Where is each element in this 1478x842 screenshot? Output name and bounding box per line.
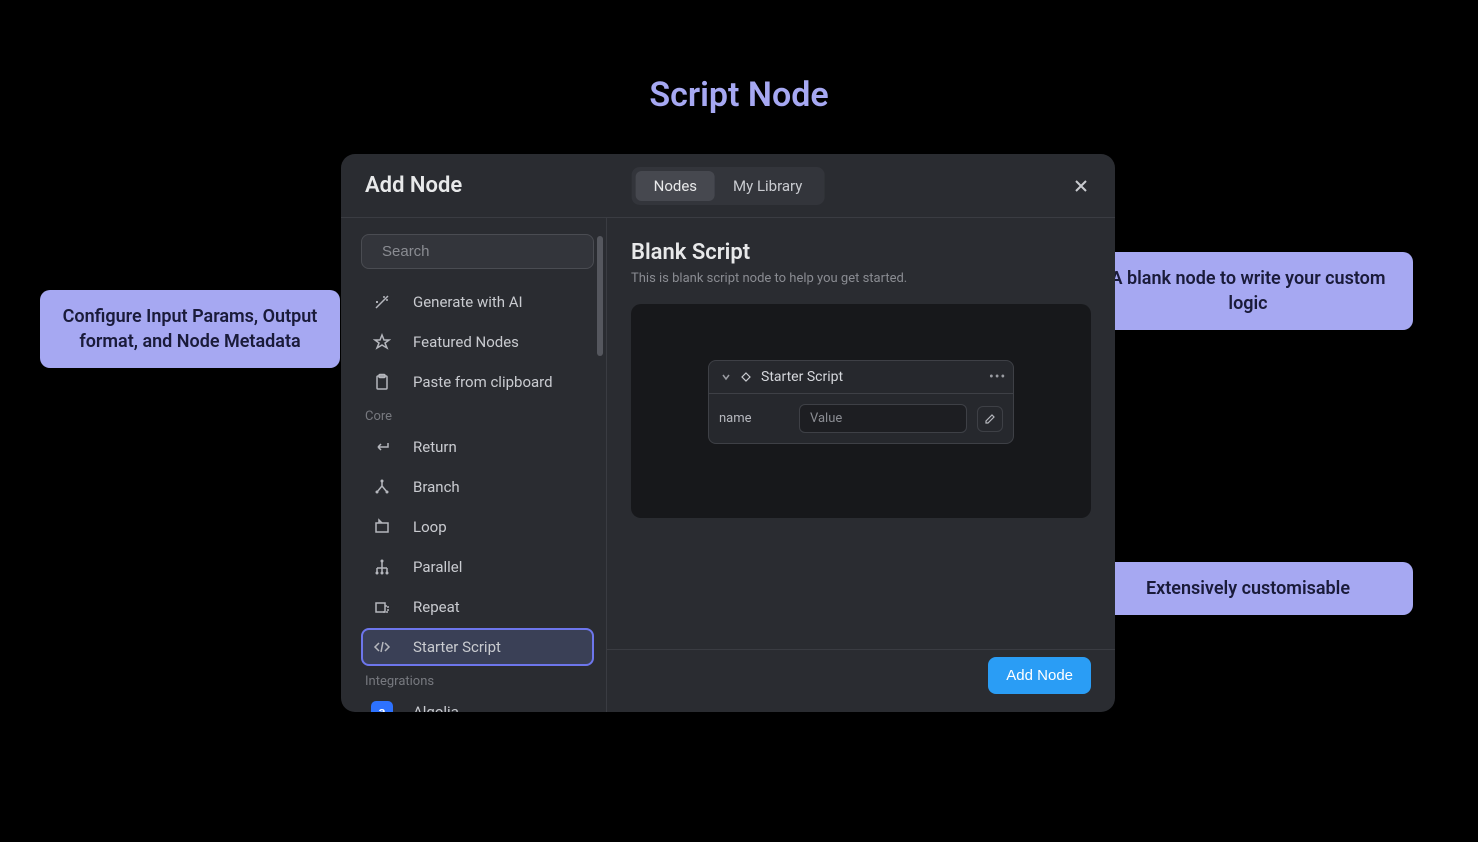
more-icon[interactable]: ••• [989, 369, 1003, 385]
clipboard-icon [371, 371, 393, 393]
diamond-icon [739, 370, 753, 384]
node-card-header: Starter Script ••• [709, 361, 1013, 394]
sidebar-item-paste[interactable]: Paste from clipboard [361, 363, 594, 401]
sidebar-item-algolia[interactable]: a Algolia [361, 693, 594, 712]
sidebar-item-label: Parallel [413, 558, 462, 576]
tab-my-library[interactable]: My Library [715, 171, 820, 201]
node-card-body: name Value [709, 394, 1013, 443]
sidebar-item-loop[interactable]: Loop [361, 508, 594, 546]
search-input[interactable] [382, 243, 581, 260]
main-panel: Blank Script This is blank script node t… [607, 218, 1115, 712]
field-label-name: name [719, 411, 789, 426]
sidebar-item-parallel[interactable]: Parallel [361, 548, 594, 586]
sidebar-item-label: Generate with AI [413, 293, 523, 311]
tab-group: Nodes My Library [632, 167, 825, 205]
sidebar-item-label: Algolia [413, 703, 459, 712]
callout-blank-node: A blank node to write your custom logic [1083, 252, 1413, 330]
modal-title: Add Node [365, 173, 462, 198]
add-node-modal: Add Node Nodes My Library Generate with … [341, 154, 1115, 712]
close-button[interactable] [1069, 174, 1093, 198]
sidebar-item-label: Loop [413, 518, 447, 536]
sidebar-item-label: Starter Script [413, 638, 501, 656]
sidebar-item-repeat[interactable]: Repeat [361, 588, 594, 626]
close-icon [1073, 178, 1089, 194]
loop-icon [371, 516, 393, 538]
section-label-core: Core [361, 403, 594, 428]
sidebar-item-label: Paste from clipboard [413, 373, 553, 391]
footer-divider [607, 649, 1115, 650]
panel-title: Blank Script [631, 240, 1091, 265]
sidebar-item-label: Branch [413, 478, 460, 496]
pencil-icon [984, 413, 996, 425]
callout-configure: Configure Input Params, Output format, a… [40, 290, 340, 368]
sidebar-item-generate[interactable]: Generate with AI [361, 283, 594, 321]
section-label-integrations: Integrations [361, 668, 594, 693]
return-icon [371, 436, 393, 458]
node-card-title: Starter Script [761, 369, 989, 385]
callout-customisable: Extensively customisable [1083, 562, 1413, 615]
repeat-icon [371, 596, 393, 618]
sidebar: Generate with AI Featured Nodes Paste fr… [341, 218, 607, 712]
add-node-button[interactable]: Add Node [988, 657, 1091, 694]
sidebar-item-label: Return [413, 438, 457, 456]
modal-header: Add Node Nodes My Library [341, 154, 1115, 218]
algolia-icon: a [371, 701, 393, 712]
edit-button[interactable] [977, 406, 1003, 432]
search-box[interactable] [361, 234, 594, 269]
sidebar-item-featured[interactable]: Featured Nodes [361, 323, 594, 361]
field-input-name[interactable]: Value [799, 404, 967, 433]
sidebar-item-label: Featured Nodes [413, 333, 519, 351]
tab-nodes[interactable]: Nodes [636, 171, 715, 201]
node-preview: Starter Script ••• name Value [631, 304, 1091, 518]
sidebar-item-return[interactable]: Return [361, 428, 594, 466]
wand-icon [371, 291, 393, 313]
code-icon [371, 636, 393, 658]
star-icon [371, 331, 393, 353]
panel-subtitle: This is blank script node to help you ge… [631, 271, 1091, 286]
sidebar-item-branch[interactable]: Branch [361, 468, 594, 506]
chevron-down-icon[interactable] [719, 370, 733, 384]
page-title: Script Node [649, 75, 828, 115]
branch-icon [371, 476, 393, 498]
sidebar-item-label: Repeat [413, 598, 460, 616]
modal-body: Generate with AI Featured Nodes Paste fr… [341, 218, 1115, 712]
node-card: Starter Script ••• name Value [708, 360, 1014, 444]
sidebar-item-starter-script[interactable]: Starter Script [361, 628, 594, 666]
parallel-icon [371, 556, 393, 578]
